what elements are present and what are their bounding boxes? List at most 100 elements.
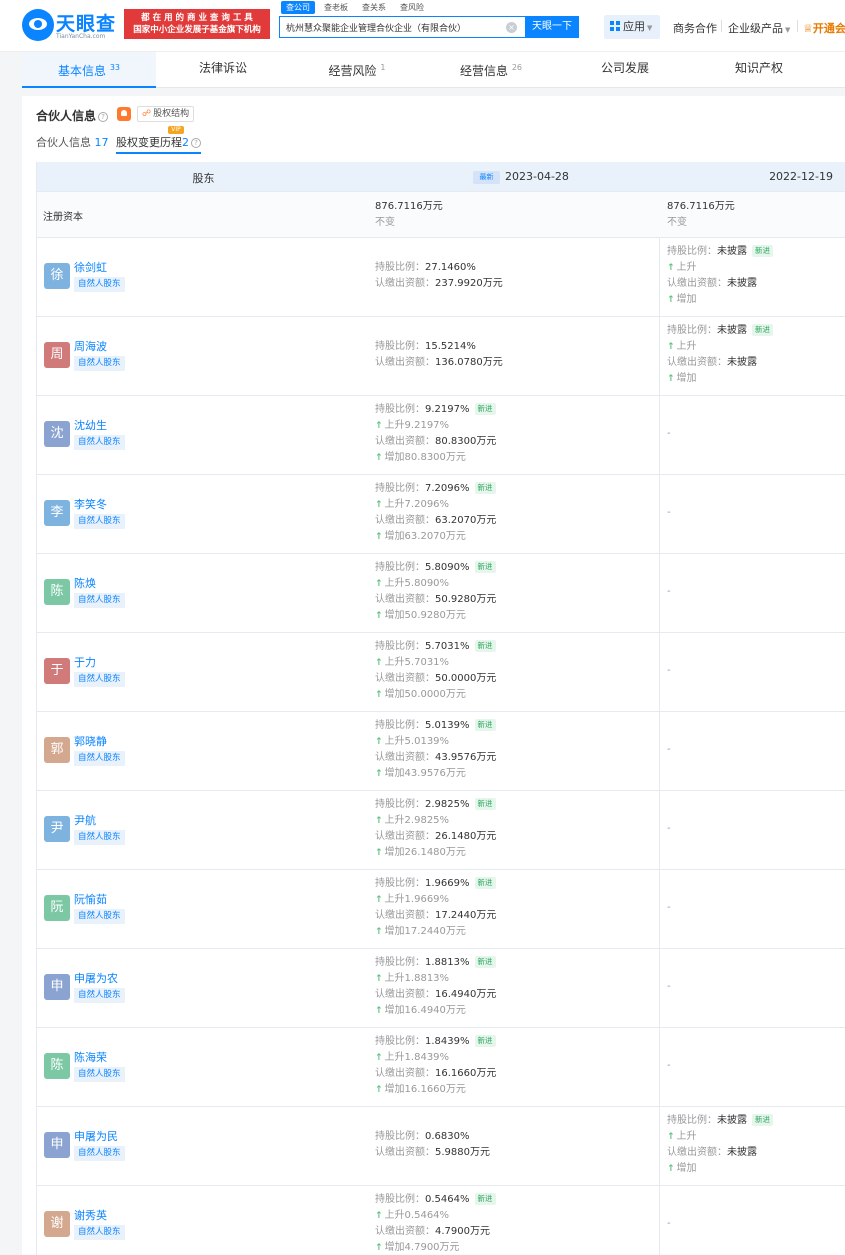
add-label: 增加 bbox=[676, 373, 697, 384]
amount-change-line: ↑ 增加43.9576万元 bbox=[375, 766, 655, 782]
network-icon: ☍ bbox=[142, 109, 152, 119]
amount-line: 认缴出资额：16.1660万元 bbox=[375, 1066, 655, 1082]
arrow-up-icon: ↑ bbox=[375, 895, 383, 905]
subtab-label: 合伙人信息 bbox=[36, 136, 91, 149]
vip-link[interactable]: ♕开通会 bbox=[803, 20, 845, 36]
tab-development[interactable]: 公司发展 bbox=[558, 52, 692, 88]
ratio-label: 持股比例： bbox=[375, 262, 425, 273]
arrow-up-icon: ↑ bbox=[375, 816, 383, 826]
shareholder-name-link[interactable]: 郭晓静 bbox=[74, 733, 107, 749]
help-icon[interactable]: ? bbox=[191, 138, 201, 148]
ratio-change-line: ↑ 上升9.2197% bbox=[375, 418, 655, 434]
amount-change: 50.9280万元 bbox=[404, 610, 466, 621]
arrow-up-icon: ↑ bbox=[375, 1211, 383, 1221]
amount-label: 认缴出资额： bbox=[375, 278, 435, 289]
search-button[interactable]: 天眼一下 bbox=[525, 16, 579, 38]
arrow-up-icon: ↑ bbox=[667, 295, 675, 305]
previous-equity-cell: 持股比例：未披露 新进 ↑ 上升 认缴出资额：未披露 ↑ 增加 bbox=[667, 323, 845, 387]
current-equity-cell: 持股比例：9.2197% 新进 ↑ 上升9.2197% 认缴出资额：80.8300万元 ↑… bbox=[375, 402, 655, 466]
amount-label: 认缴出资额： bbox=[667, 278, 727, 289]
amount-value: 50.0000万元 bbox=[435, 673, 497, 684]
tab-operating-risk[interactable]: 经营风险 1 bbox=[290, 52, 424, 88]
shareholder-name-link[interactable]: 谢秀英 bbox=[74, 1207, 107, 1223]
ratio-label: 持股比例： bbox=[375, 799, 425, 810]
arrow-up-icon: ↑ bbox=[667, 374, 675, 384]
amount-label: 认缴出资额： bbox=[667, 357, 727, 368]
add-label: 增加 bbox=[384, 926, 405, 937]
vip-badge: VIP bbox=[168, 126, 184, 134]
amount-change: 16.1660万元 bbox=[404, 1084, 466, 1095]
new-entry-badge: 新进 bbox=[752, 1114, 773, 1126]
ratio-change: 5.8090% bbox=[404, 578, 450, 589]
equity-structure-button[interactable]: ☍ 股权结构 bbox=[137, 106, 195, 122]
amount-value: 未披露 bbox=[727, 357, 757, 368]
add-label: 增加 bbox=[384, 1242, 405, 1253]
shareholder-name-link[interactable]: 尹航 bbox=[74, 812, 96, 828]
avatar: 谢 bbox=[44, 1211, 70, 1237]
amount-line: 认缴出资额：4.7900万元 bbox=[375, 1224, 655, 1240]
rise-label: 上升 bbox=[384, 736, 405, 747]
amount-change-line: ↑ 增加 bbox=[667, 371, 845, 387]
rise-label: 上升 bbox=[384, 1052, 405, 1063]
ratio-line: 持股比例：5.0139% 新进 bbox=[375, 718, 655, 734]
amount-label: 认缴出资额： bbox=[375, 831, 435, 842]
ratio-change: 2.9825% bbox=[404, 815, 450, 826]
arrow-up-icon: ↑ bbox=[375, 690, 383, 700]
apps-button[interactable]: 应用 ▼ bbox=[604, 15, 660, 39]
empty-cell-dash: - bbox=[667, 744, 671, 755]
shareholder-name-link[interactable]: 沈幼生 bbox=[74, 417, 107, 433]
shareholder-name-link[interactable]: 陈海荣 bbox=[74, 1049, 107, 1065]
arrow-up-icon: ↑ bbox=[375, 658, 383, 668]
amount-value: 80.8300万元 bbox=[435, 436, 497, 447]
ratio-line: 持股比例：5.7031% 新进 bbox=[375, 639, 655, 655]
help-icon[interactable]: ? bbox=[98, 112, 109, 122]
shareholder-name-link[interactable]: 申屠为民 bbox=[74, 1128, 118, 1144]
shareholder-name-link[interactable]: 阮愉茹 bbox=[74, 891, 107, 907]
tab-legal[interactable]: 法律诉讼 bbox=[156, 52, 290, 88]
tab-business-info[interactable]: 经营信息 26 bbox=[424, 52, 558, 88]
tab-basic-info[interactable]: 基本信息 33 bbox=[22, 52, 156, 88]
add-label: 增加 bbox=[384, 1084, 405, 1095]
ratio-change-line: ↑ 上升 bbox=[667, 339, 845, 355]
bell-icon[interactable] bbox=[117, 107, 131, 121]
search-tab-boss[interactable]: 查老板 bbox=[319, 1, 353, 14]
shareholder-name-link[interactable]: 申屠为农 bbox=[74, 970, 118, 986]
current-equity-cell: 持股比例：1.8439% 新进 ↑ 上升1.8439% 认缴出资额：16.1660万元 ↑… bbox=[375, 1034, 655, 1098]
search-tab-relation[interactable]: 查关系 bbox=[357, 1, 391, 14]
subtab-equity-history[interactable]: 股权变更历程2? bbox=[116, 134, 201, 154]
ratio-label: 持股比例： bbox=[375, 1036, 425, 1047]
subtab-partner-info[interactable]: 合伙人信息 17 bbox=[36, 134, 109, 150]
tab-ip[interactable]: 知识产权 bbox=[692, 52, 826, 88]
rise-label: 上升 bbox=[676, 341, 697, 352]
search-tab-company[interactable]: 查公司 bbox=[281, 1, 315, 14]
ratio-value: 7.2096% bbox=[425, 483, 470, 494]
search-box[interactable]: 杭州慧众聚能企业管理合伙企业（有限合伙） × bbox=[279, 16, 525, 38]
amount-value: 17.2440万元 bbox=[435, 910, 497, 921]
ratio-label: 持股比例： bbox=[375, 1131, 425, 1142]
shareholder-name-link[interactable]: 于力 bbox=[74, 654, 96, 670]
search-input[interactable]: 杭州慧众聚能企业管理合伙企业（有限合伙） bbox=[286, 21, 506, 34]
arrow-up-icon: ↑ bbox=[375, 927, 383, 937]
shareholder-row: 于于力 自然人股东 持股比例：5.7031% 新进 ↑ 上升5.7031% 认缴出资额：50… bbox=[37, 633, 845, 712]
nav-divider bbox=[721, 20, 722, 32]
amount-change-line: ↑ 增加80.8300万元 bbox=[375, 450, 655, 466]
shareholder-name-link[interactable]: 徐剑虹 bbox=[74, 259, 107, 275]
shareholder-name-link[interactable]: 陈焕 bbox=[74, 575, 96, 591]
tianyancha-logo[interactable]: 天眼查 TianYanCha.com bbox=[22, 9, 120, 43]
ratio-line: 持股比例：未披露 新进 bbox=[667, 1113, 845, 1129]
tab-label: 经营风险 bbox=[328, 64, 377, 78]
shareholder-row: 尹尹航 自然人股东 持股比例：2.9825% 新进 ↑ 上升2.9825% 认缴出资额：26… bbox=[37, 791, 845, 870]
amount-change-line: ↑ 增加 bbox=[667, 292, 845, 308]
nav-business-link[interactable]: 商务合作 bbox=[673, 20, 717, 36]
search-tab-risk[interactable]: 查风险 bbox=[395, 1, 429, 14]
shareholder-name-link[interactable]: 周海波 bbox=[74, 338, 107, 354]
role-badge: 自然人股东 bbox=[74, 1067, 125, 1082]
arrow-up-icon: ↑ bbox=[375, 1085, 383, 1095]
shareholder-name-link[interactable]: 李笑冬 bbox=[74, 496, 107, 512]
nav-enterprise-link[interactable]: 企业级产品 ▼ bbox=[728, 20, 790, 36]
shareholder-row: 周周海波 自然人股东 持股比例：15.5214% 认缴出资额：136.0780万元 持股… bbox=[37, 317, 845, 396]
shareholder-row: 徐徐剑虹 自然人股东 持股比例：27.1460% 认缴出资额：237.9920万元 持股… bbox=[37, 238, 845, 317]
clear-icon[interactable]: × bbox=[506, 22, 517, 33]
avatar: 李 bbox=[44, 500, 70, 526]
ratio-line: 持股比例：15.5214% bbox=[375, 339, 655, 355]
